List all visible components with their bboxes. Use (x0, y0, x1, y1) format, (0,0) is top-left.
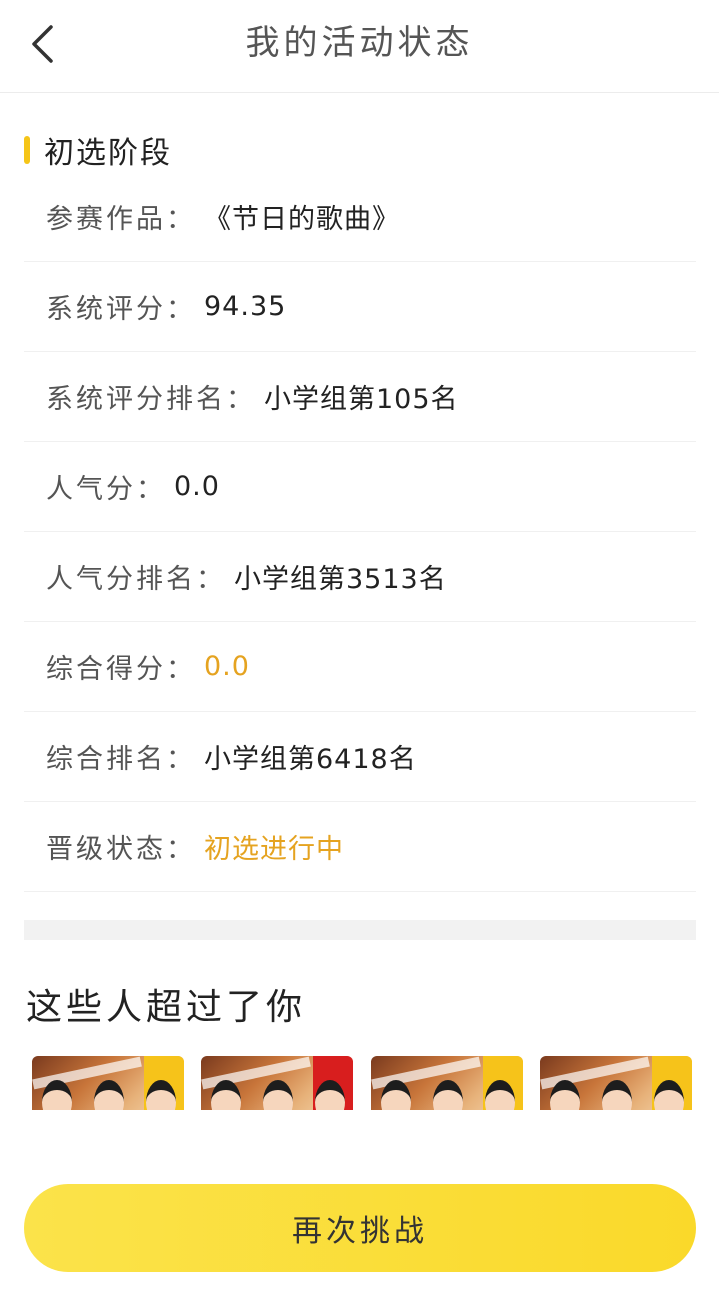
thumbnail-face (211, 1080, 242, 1110)
info-row-system-rank: 系统评分排名： 小学组第105名 (24, 352, 696, 442)
info-label: 系统评分： (46, 294, 196, 325)
info-row-system-score: 系统评分： 94.35 (24, 262, 696, 352)
info-row-advance-status: 晋级状态： 初选进行中 (24, 802, 696, 892)
retry-challenge-button[interactable]: 再次挑战 (24, 1184, 696, 1272)
popularity-score-value: 0.0 (174, 471, 220, 502)
page-title: 我的活动状态 (245, 23, 474, 63)
section-divider (24, 920, 696, 940)
user-thumbnail[interactable] (539, 1056, 692, 1110)
info-row-entry: 参赛作品： 《节日的歌曲》 (24, 172, 696, 262)
thumbnail-face (549, 1080, 580, 1110)
section-title: 初选阶段 (44, 136, 172, 171)
user-thumbnail[interactable] (32, 1056, 184, 1110)
info-label: 综合得分： (46, 654, 196, 685)
total-score-value: 0.0 (204, 651, 250, 682)
section-accent-bar (24, 136, 30, 164)
info-row-popularity-rank: 人气分排名： 小学组第3513名 (24, 532, 696, 622)
system-score-value: 94.35 (204, 291, 287, 322)
user-thumbnail[interactable] (370, 1056, 523, 1110)
system-rank-value: 小学组第105名 (264, 384, 459, 415)
info-label: 人气分排名： (46, 564, 226, 595)
advance-status-value: 初选进行中 (204, 834, 344, 865)
info-row-popularity-score: 人气分： 0.0 (24, 442, 696, 532)
info-label: 参赛作品： (46, 204, 196, 235)
thumbnail-face (42, 1080, 72, 1110)
section-heading: 初选阶段 (24, 130, 172, 171)
total-rank-value: 小学组第6418名 (204, 744, 417, 775)
info-label: 晋级状态： (46, 834, 196, 865)
info-label: 人气分： (46, 474, 166, 505)
header-bar: 我的活动状态 (0, 0, 719, 93)
info-row-total-score: 综合得分： 0.0 (24, 622, 696, 712)
popularity-rank-value: 小学组第3513名 (234, 564, 447, 595)
status-info-list: 参赛作品： 《节日的歌曲》 系统评分： 94.35 系统评分排名： 小学组第10… (24, 172, 696, 892)
thumbnail-face (601, 1080, 632, 1110)
surpassed-by-title: 这些人超过了你 (26, 987, 307, 1028)
info-row-total-rank: 综合排名： 小学组第6418名 (24, 712, 696, 802)
info-label: 系统评分排名： (46, 384, 256, 415)
thumbnail-face (380, 1080, 411, 1110)
entry-title-value: 《节日的歌曲》 (204, 204, 400, 235)
surpassed-users-list (32, 1056, 692, 1110)
thumbnail-face (94, 1080, 124, 1110)
thumbnail-face (263, 1080, 294, 1110)
user-thumbnail[interactable] (201, 1056, 354, 1110)
thumbnail-face (432, 1080, 463, 1110)
info-label: 综合排名： (46, 744, 196, 775)
